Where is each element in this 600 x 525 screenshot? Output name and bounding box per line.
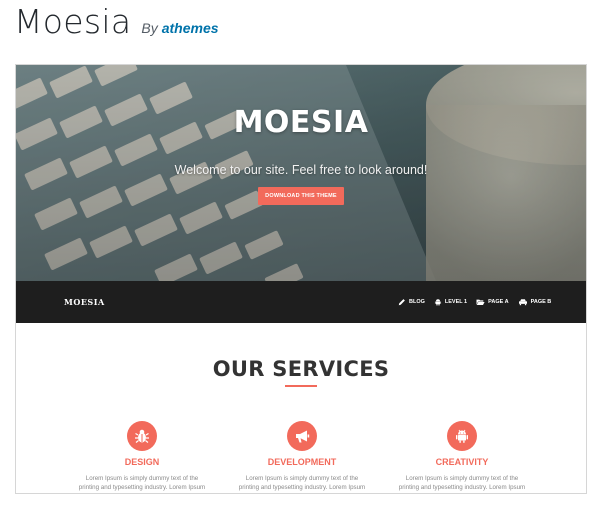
theme-name: Moesia: [14, 2, 132, 41]
android-icon: [434, 299, 441, 306]
theme-header: Moesia By athemes: [14, 0, 219, 48]
nav-item-blog[interactable]: BLOG: [398, 298, 425, 306]
service-title: DESIGN: [124, 457, 160, 467]
nav-item-level-1[interactable]: LEVEL 1: [434, 298, 467, 306]
bug-icon: [135, 429, 149, 443]
service-development: DEVELOPMENT Lorem Ipsum is simply dummy …: [232, 421, 372, 492]
hero-title: MOESIA: [233, 105, 369, 140]
service-title: CREATIVITY: [435, 457, 489, 467]
service-icon-circle: [127, 421, 157, 451]
nav-item-page-a[interactable]: PAGE A: [476, 298, 509, 306]
service-text-line: Lorem Ipsum is simply dummy text of the: [85, 475, 199, 482]
theme-screenshot: MOESIA Welcome to our site. Feel free to…: [15, 64, 587, 494]
author-link[interactable]: athemes: [162, 20, 219, 36]
hero-subtitle: Welcome to our site. Feel free to look a…: [174, 163, 428, 177]
nav-item-label: PAGE A: [488, 299, 509, 305]
bullhorn-icon: [296, 430, 310, 443]
service-text: Lorem Ipsum is simply dummy text of the …: [232, 474, 372, 492]
service-icon-circle: [447, 421, 477, 451]
service-text: Lorem Ipsum is simply dummy text of the …: [72, 474, 212, 492]
nav-item-label: BLOG: [409, 299, 425, 305]
service-text-line: printing and typesetting industry. Lorem…: [398, 484, 526, 491]
android-icon: [456, 429, 468, 443]
folder-open-icon: [476, 299, 485, 306]
service-design: DESIGN Lorem Ipsum is simply dummy text …: [72, 421, 212, 492]
services-title: OUR SERVICES: [212, 357, 390, 381]
download-theme-button[interactable]: DOWNLOAD THIS THEME: [258, 187, 344, 205]
navbar: MOESIA BLOG LEVEL 1 PAGE A PAGE B: [16, 281, 586, 323]
service-title: DEVELOPMENT: [267, 457, 337, 467]
site-logo[interactable]: MOESIA: [64, 281, 105, 323]
hero-banner: MOESIA Welcome to our site. Feel free to…: [16, 65, 586, 281]
service-creativity: CREATIVITY Lorem Ipsum is simply dummy t…: [392, 421, 532, 492]
service-text-line: printing and typesetting industry. Lorem…: [78, 484, 206, 491]
services-title-underline: [285, 385, 317, 387]
service-text-line: Lorem Ipsum is simply dummy text of the: [245, 475, 359, 482]
by-label: By: [141, 20, 158, 36]
nav-item-label: LEVEL 1: [444, 299, 468, 305]
service-icon-circle: [287, 421, 317, 451]
service-text-line: Lorem Ipsum is simply dummy text of the: [405, 475, 519, 482]
service-text: Lorem Ipsum is simply dummy text of the …: [392, 474, 532, 492]
service-text-line: printing and typesetting industry. Lorem…: [238, 484, 366, 491]
nav-menu: BLOG LEVEL 1 PAGE A PAGE B: [398, 281, 560, 323]
car-icon: [518, 299, 527, 306]
nav-item-page-b[interactable]: PAGE B: [518, 298, 552, 306]
nav-item-label: PAGE B: [530, 299, 552, 305]
pencil-icon: [398, 299, 405, 306]
